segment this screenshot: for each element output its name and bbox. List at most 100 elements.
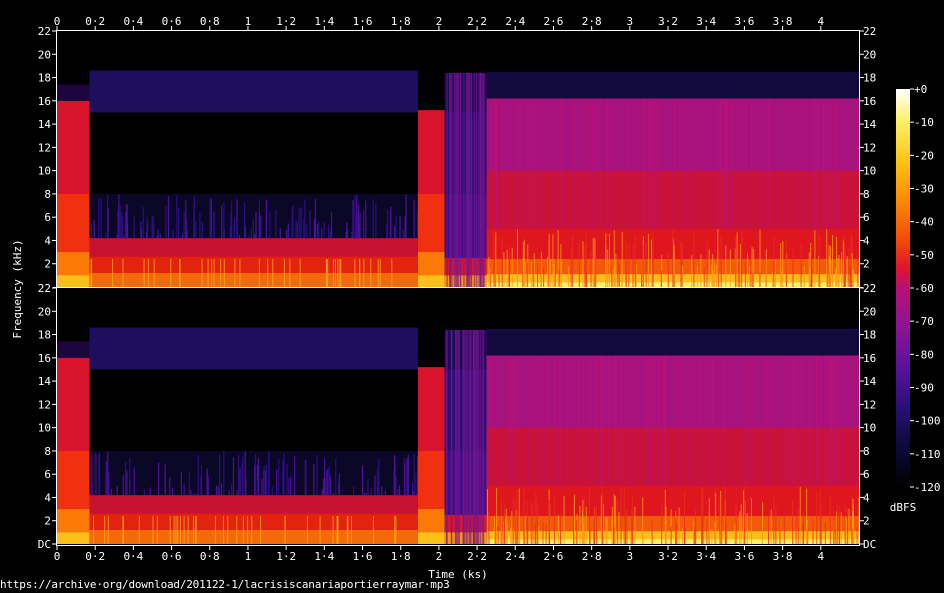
x-tick-label-bottom: 0·4 [123, 550, 143, 563]
music-transient [578, 242, 580, 287]
speech-harmonic [193, 494, 195, 496]
speech-harmonic [228, 490, 230, 496]
music-transient [800, 245, 802, 287]
music-transient [537, 263, 539, 287]
speech-harmonic [313, 218, 315, 239]
music-transient [700, 254, 702, 287]
music-transient [500, 532, 502, 544]
music-hf [490, 98, 492, 229]
music-transient [651, 239, 653, 287]
music-hf [588, 98, 590, 229]
music-transient [526, 501, 528, 544]
speech-harmonic [116, 486, 118, 496]
music-hf [718, 98, 720, 229]
speech-harmonic [180, 472, 182, 496]
speech-formant [372, 516, 374, 544]
music-hf [560, 98, 562, 229]
music-transient [600, 495, 602, 544]
speech-formant [339, 259, 341, 287]
music-transient [523, 488, 525, 544]
speech-harmonic [363, 492, 365, 496]
music-transient [834, 529, 836, 544]
music-transient [846, 256, 848, 287]
transient [459, 72, 462, 288]
speech-formant [220, 259, 222, 287]
speech-formant [153, 259, 155, 287]
y-tick-label-right: 20 [863, 305, 876, 318]
music-hf [595, 98, 597, 229]
music-hf [516, 355, 518, 486]
music-transient [512, 497, 514, 544]
music-transient [856, 527, 858, 544]
transient [467, 72, 469, 288]
music-hf [574, 98, 576, 229]
music-hf [645, 355, 647, 486]
music-transient [616, 499, 618, 544]
speech-harmonic [245, 477, 247, 496]
music-hf [693, 98, 695, 229]
speech-harmonic [414, 231, 416, 239]
speech-formant [93, 516, 95, 544]
music-transient [719, 498, 721, 544]
speech-harmonic [269, 211, 271, 239]
music-transient [782, 240, 784, 287]
music-transient [851, 529, 853, 544]
speech-harmonic [279, 227, 281, 239]
music-transient [708, 249, 710, 287]
x-tick-label-bottom: 2 [436, 550, 443, 563]
speech-harmonic [190, 489, 192, 496]
segment-5 [486, 328, 860, 544]
music-transient [717, 228, 719, 287]
music-hf [537, 98, 539, 229]
speech-harmonic [196, 493, 198, 496]
band-bass [417, 532, 445, 544]
speech-harmonic [140, 221, 142, 239]
speech-harmonic [142, 207, 144, 239]
speech-formant [272, 259, 274, 287]
music-transient [675, 517, 677, 544]
music-transient [678, 507, 680, 544]
music-transient [642, 497, 644, 544]
music-transient [680, 241, 682, 287]
speech-formant [122, 259, 124, 287]
music-hf [727, 98, 729, 229]
speech-formant [336, 516, 338, 544]
speech-harmonic [397, 488, 399, 496]
music-hf [600, 355, 602, 486]
music-hf [768, 98, 770, 229]
transient [470, 329, 472, 544]
music-hf [634, 355, 636, 486]
colorbar-gradient [896, 89, 910, 487]
speech-harmonic [268, 451, 270, 496]
y-tick-label-left: 4 [44, 491, 51, 504]
music-hf [793, 98, 795, 229]
music-transient [759, 273, 761, 287]
music-hf [785, 355, 787, 486]
music-transient [747, 253, 749, 287]
y-tick-label-left: 8 [44, 445, 51, 458]
x-tick-label-top: 0·4 [123, 15, 143, 28]
speech-formant [143, 259, 145, 287]
music-transient [848, 508, 850, 544]
music-transient [820, 504, 822, 544]
speech-harmonic [265, 199, 267, 239]
music-transient [514, 500, 516, 544]
speech-harmonic [351, 232, 353, 239]
music-transient [568, 266, 570, 287]
music-transient [602, 503, 604, 544]
band-edge [57, 84, 90, 101]
music-transient [693, 233, 695, 287]
y-tick-label-left: 20 [38, 305, 51, 318]
speech-harmonic [156, 235, 158, 239]
music-hf [683, 98, 685, 229]
colorbar-tick-label: -50 [914, 249, 934, 262]
music-hf [828, 98, 830, 229]
speech-harmonic [95, 453, 97, 496]
music-transient [584, 245, 586, 287]
x-tick-label-bottom: 3·2 [658, 550, 678, 563]
speech-formant [207, 259, 209, 287]
music-hf [834, 355, 836, 486]
x-tick-label-bottom: 2·4 [505, 550, 525, 563]
music-transient [635, 263, 637, 287]
band-upper-floor [89, 450, 418, 496]
